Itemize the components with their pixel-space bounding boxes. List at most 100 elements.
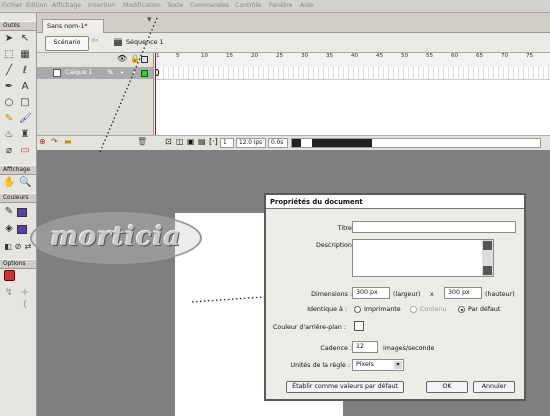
- width-input[interactable]: 300 px: [352, 287, 390, 299]
- menu-fenetre[interactable]: Fenêtre: [269, 2, 292, 9]
- lasso-icon[interactable]: ℓ: [19, 65, 31, 77]
- radio-printer-label[interactable]: Imprimante: [364, 306, 401, 313]
- radio-default-label[interactable]: Par défaut: [468, 306, 500, 313]
- modify-markers-icon[interactable]: [·]: [209, 137, 218, 146]
- back-arrow-icon[interactable]: ⇦: [91, 36, 99, 46]
- hand-tool-icon[interactable]: ✋: [3, 177, 15, 189]
- delete-layer-icon[interactable]: 🗑: [137, 137, 147, 146]
- ruler-tick: 55: [426, 53, 434, 59]
- frames-area[interactable]: 1 5 10 15 20 25 30 35 40 45 50 55 60 65 70 75: [153, 53, 550, 135]
- center-frame-icon[interactable]: ⊡: [165, 137, 172, 146]
- document-tab[interactable]: Sans nom-1*: [42, 19, 104, 33]
- gradient-transform-icon[interactable]: ▦: [19, 49, 31, 61]
- dropdown-arrow-icon[interactable]: ▾: [147, 15, 152, 25]
- onion-outline-icon[interactable]: ▣: [187, 137, 195, 146]
- menu-insertion[interactable]: Insertion: [88, 2, 115, 9]
- layer-color-swatch[interactable]: [141, 70, 148, 77]
- framerate-input[interactable]: 12: [352, 341, 378, 353]
- title-input[interactable]: [352, 221, 516, 233]
- ok-button[interactable]: OK: [426, 381, 468, 393]
- fill-color-icon[interactable]: ◈: [3, 223, 15, 235]
- scroll-up-icon[interactable]: [483, 241, 492, 250]
- watermark-text: morticia: [50, 222, 182, 252]
- scroll-down-icon[interactable]: [483, 266, 492, 275]
- snap-magnet-icon[interactable]: [4, 270, 15, 281]
- options-section-title: Options: [0, 259, 36, 269]
- cancel-button[interactable]: Annuler: [473, 381, 515, 393]
- menu-aide[interactable]: Aide: [300, 2, 314, 9]
- free-transform-icon[interactable]: ⬚: [3, 49, 15, 61]
- description-scrollbar[interactable]: [482, 240, 493, 276]
- radio-contents-label[interactable]: Contenu: [420, 306, 447, 313]
- frame-row[interactable]: [154, 67, 550, 80]
- timeline-toggle-button[interactable]: Scénario: [45, 36, 89, 51]
- line-tool-icon[interactable]: ╱: [3, 65, 15, 77]
- background-color-swatch[interactable]: [354, 321, 364, 331]
- layer-row[interactable]: Calque 1 ✎ • •: [37, 67, 153, 79]
- ruler-tick: 5: [176, 53, 180, 59]
- edit-multiple-icon[interactable]: ▤: [198, 137, 206, 146]
- subselection-icon[interactable]: ↖: [19, 33, 31, 45]
- layer-icon: [53, 69, 61, 77]
- ruler-tick: 35: [326, 53, 334, 59]
- eraser-icon[interactable]: ▭: [19, 145, 31, 157]
- smooth-icon[interactable]: ↯: [3, 287, 15, 299]
- scroll-left-icon[interactable]: [292, 139, 301, 147]
- description-textarea[interactable]: [352, 239, 494, 277]
- menu-edition[interactable]: Édition: [26, 2, 47, 9]
- scroll-thumb[interactable]: [312, 139, 372, 147]
- match-label: Identique à :: [307, 306, 347, 313]
- ruler-tick: 45: [376, 53, 384, 59]
- set-default-button[interactable]: Établir comme valeurs par défaut: [286, 381, 404, 393]
- eyedropper-icon[interactable]: ⌀: [3, 145, 15, 157]
- stroke-color-swatch[interactable]: [17, 208, 27, 217]
- frame-rate: 12.0 ips: [236, 138, 266, 148]
- watermark-logo: morticia: [30, 212, 202, 264]
- outline-icon[interactable]: [141, 56, 148, 63]
- layer-name[interactable]: Calque 1: [65, 69, 92, 76]
- radio-contents[interactable]: [410, 306, 417, 313]
- lock-icon[interactable]: 🔒: [130, 54, 140, 63]
- horizontal-scrollbar[interactable]: [291, 138, 541, 148]
- menu-affichage[interactable]: Affichage: [52, 2, 81, 9]
- dimensions-label: Dimensions :: [311, 291, 352, 298]
- radio-printer[interactable]: [354, 306, 361, 313]
- ruler-units-label: Unités de la règle :: [290, 362, 350, 369]
- visibility-dot-icon[interactable]: •: [120, 69, 124, 77]
- oval-tool-icon[interactable]: ○: [3, 97, 15, 109]
- menu-controle[interactable]: Contrôle: [235, 2, 261, 9]
- menu-modification[interactable]: Modification: [123, 2, 161, 9]
- motion-guide-icon[interactable]: ↷: [51, 137, 58, 146]
- ruler-tick: 50: [401, 53, 409, 59]
- ruler-units-value: Pixels: [356, 361, 374, 368]
- menu-fichier[interactable]: Fichier: [2, 2, 22, 9]
- paint-bucket-icon[interactable]: ♜: [19, 129, 31, 141]
- fill-color-swatch[interactable]: [17, 225, 27, 234]
- brush-icon[interactable]: 🖌: [19, 113, 32, 125]
- insert-layer-icon[interactable]: ⊕: [39, 137, 46, 146]
- ruler-units-select[interactable]: Pixels ▾: [352, 359, 404, 371]
- pencil-icon[interactable]: ✎: [3, 113, 15, 125]
- width-unit: (largeur): [393, 291, 421, 298]
- lock-dot-icon[interactable]: •: [132, 69, 136, 77]
- description-label: Description:: [316, 242, 354, 249]
- frame-ruler: 1 5 10 15 20 25 30 35 40 45 50 55 60 65 70 75: [154, 53, 550, 68]
- text-tool-icon[interactable]: A: [19, 81, 31, 93]
- menu-texte[interactable]: Texte: [167, 2, 183, 9]
- eye-icon[interactable]: 👁: [117, 54, 127, 63]
- stroke-color-icon[interactable]: ✎: [3, 206, 15, 218]
- ruler-tick: 75: [526, 53, 534, 59]
- radio-default[interactable]: [458, 306, 465, 313]
- menu-commandes[interactable]: Commandes: [190, 2, 229, 9]
- pen-tool-icon[interactable]: ✒: [3, 81, 15, 93]
- chevron-down-icon[interactable]: ▾: [394, 361, 402, 369]
- straighten-icon[interactable]: +(: [19, 287, 31, 310]
- rectangle-tool-icon[interactable]: □: [19, 97, 31, 109]
- insert-folder-icon[interactable]: ▬: [64, 137, 72, 146]
- height-input[interactable]: 300 px: [444, 287, 482, 299]
- ink-bottle-icon[interactable]: ♨: [3, 129, 15, 141]
- selection-arrow-icon[interactable]: ➤: [3, 33, 15, 45]
- zoom-tool-icon[interactable]: 🔍: [19, 177, 31, 189]
- edit-bar: Scénario ⇦ Séquence 1: [37, 33, 550, 53]
- onion-skin-icon[interactable]: ◫: [176, 137, 184, 146]
